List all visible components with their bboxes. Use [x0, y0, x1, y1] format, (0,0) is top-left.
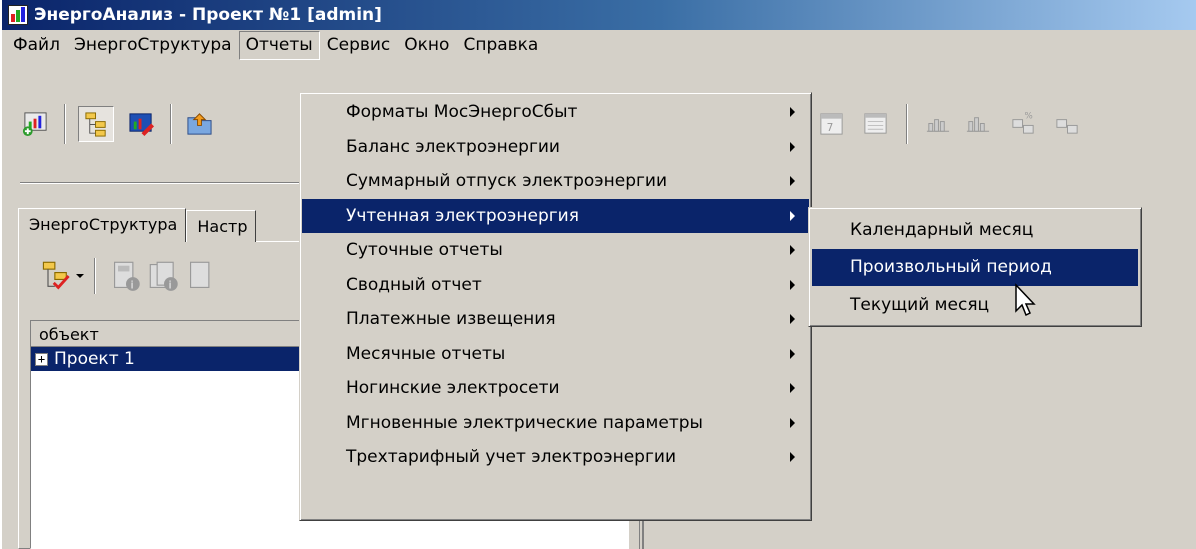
calendar-icon: 7 — [820, 113, 843, 135]
meter-icon[interactable] — [186, 260, 218, 292]
menu-item-label: Ногинские электросети — [346, 378, 560, 399]
toolbar-separator — [64, 104, 66, 144]
menu-item-label: Баланс электроэнергии — [346, 136, 560, 157]
app-chart-icon — [8, 5, 28, 25]
submenu-arrow-icon — [790, 452, 795, 463]
calendar-button[interactable]: 7 — [814, 106, 850, 142]
tree-view-button[interactable] — [78, 106, 114, 142]
compare-icon — [1056, 119, 1078, 134]
edit-chart-button[interactable] — [124, 106, 160, 142]
toolbar-bottom-divider — [20, 182, 300, 184]
table-icon — [864, 113, 887, 134]
submenu-arrow-icon — [790, 348, 795, 359]
submenu-arrow-icon — [790, 141, 795, 152]
menu-energy-structure[interactable]: ЭнергоСтруктура — [67, 31, 239, 60]
menu-item-label: Трехтарифный учет электроэнергии — [346, 447, 676, 468]
menu-item-label: Суммарный отпуск электроэнергии — [346, 171, 668, 192]
tab-settings[interactable]: Настр — [186, 210, 257, 242]
toolbar-separator — [94, 258, 96, 294]
menu-item-instant-parameters[interactable]: Мгновенные электрические параметры — [302, 406, 809, 441]
menu-item-mosenergosbyt-formats[interactable]: Форматы МосЭнергоСбыт — [302, 95, 809, 130]
menu-item-label: Платежные извещения — [346, 309, 556, 330]
tab-energy-structure[interactable]: ЭнергоСтруктура — [18, 208, 187, 242]
table-view-button[interactable] — [858, 106, 894, 142]
menu-item-label: Учтенная электроэнергия — [346, 205, 579, 226]
submenu-arrow-icon — [790, 279, 795, 290]
bar-chart-icon — [926, 119, 950, 132]
folder-up-icon — [187, 113, 212, 135]
tree-row-label: Проект 1 — [54, 349, 135, 369]
submenu-arrow-icon — [790, 176, 795, 187]
bar-chart-button[interactable] — [920, 106, 956, 142]
submenu-arrow-icon — [790, 314, 795, 325]
menu-help[interactable]: Справка — [456, 31, 545, 60]
edit-chart-icon — [129, 113, 155, 137]
submenu-arrow-icon — [790, 383, 795, 394]
menu-item-daily-reports[interactable]: Суточные отчеты — [302, 233, 809, 268]
menu-item-label: Мгновенные электрические параметры — [346, 412, 703, 433]
svg-text:7: 7 — [827, 122, 834, 134]
menu-window[interactable]: Окно — [397, 31, 456, 60]
menu-reports[interactable]: Отчеты — [238, 30, 320, 60]
tree-structure-icon — [85, 112, 106, 137]
tree-check-icon — [42, 261, 70, 290]
menu-item-monthly-reports[interactable]: Месячные отчеты — [302, 337, 809, 372]
svg-text:i: i — [169, 280, 172, 292]
dropdown-arrow-icon — [76, 274, 84, 278]
toolbar-separator — [906, 104, 908, 144]
submenu-item-current-month[interactable]: Текущий месяц — [812, 286, 1138, 324]
menu-file[interactable]: Файл — [6, 31, 67, 60]
menu-bar: Файл ЭнергоСтруктура Отчеты Сервис Окно … — [2, 30, 1196, 60]
meter-info-icon[interactable]: i — [110, 260, 142, 292]
menu-item-total-supply[interactable]: Суммарный отпуск электроэнергии — [302, 164, 809, 199]
percent-compare-icon: % — [1012, 112, 1034, 134]
menu-item-metered-energy[interactable]: Учтенная электроэнергия — [302, 198, 809, 233]
menu-item-payment-notices[interactable]: Платежные извещения — [302, 302, 809, 337]
menu-item-label: Форматы МосЭнергоСбыт — [346, 102, 578, 123]
app-window: ЭнергоАнализ - Проект №1 [admin] Файл Эн… — [0, 0, 1196, 549]
menu-item-label: Месячные отчеты — [346, 343, 506, 364]
menu-item-summary-report[interactable]: Сводный отчет — [302, 268, 809, 303]
percent-compare-button[interactable]: % — [1006, 106, 1042, 142]
svg-text:i: i — [131, 280, 134, 292]
menu-item-three-tariff[interactable]: Трехтарифный учет электроэнергии — [302, 440, 809, 475]
mouse-cursor-icon — [1015, 283, 1036, 317]
expand-icon[interactable]: + — [35, 352, 48, 366]
svg-text:%: % — [1024, 112, 1032, 122]
submenu-arrow-icon — [790, 107, 795, 118]
add-chart-icon — [22, 112, 47, 137]
meters-info-icon[interactable]: i — [148, 260, 180, 292]
panel-tabs: ЭнергоСтруктура Настр — [18, 208, 257, 242]
submenu-item-custom-period[interactable]: Произвольный период — [812, 248, 1138, 286]
add-project-button[interactable] — [18, 106, 54, 142]
bar-chart-alt-button[interactable] — [960, 106, 996, 142]
submenu-arrow-icon — [790, 210, 795, 221]
tree-select-button[interactable] — [40, 250, 100, 300]
metered-energy-submenu: Календарный месяц Произвольный период Те… — [808, 207, 1142, 327]
title-bar[interactable]: ЭнергоАнализ - Проект №1 [admin] — [2, 0, 1196, 30]
submenu-arrow-icon — [790, 417, 795, 428]
toolbar-separator — [170, 104, 172, 144]
menu-item-label: Сводный отчет — [346, 274, 482, 295]
menu-item-label: Суточные отчеты — [346, 240, 503, 261]
submenu-item-calendar-month[interactable]: Календарный месяц — [812, 211, 1138, 249]
menu-item-noginsk-grids[interactable]: Ногинские электросети — [302, 371, 809, 406]
menu-service[interactable]: Сервис — [320, 31, 398, 60]
menu-item-energy-balance[interactable]: Баланс электроэнергии — [302, 130, 809, 165]
submenu-arrow-icon — [790, 245, 795, 256]
compare-button[interactable] — [1050, 106, 1086, 142]
bar-chart-alt-icon — [966, 117, 990, 132]
reports-dropdown-menu: Форматы МосЭнергоСбыт Баланс электроэнер… — [299, 92, 812, 521]
window-title: ЭнергоАнализ - Проект №1 [admin] — [34, 5, 382, 25]
open-button[interactable] — [182, 106, 218, 142]
